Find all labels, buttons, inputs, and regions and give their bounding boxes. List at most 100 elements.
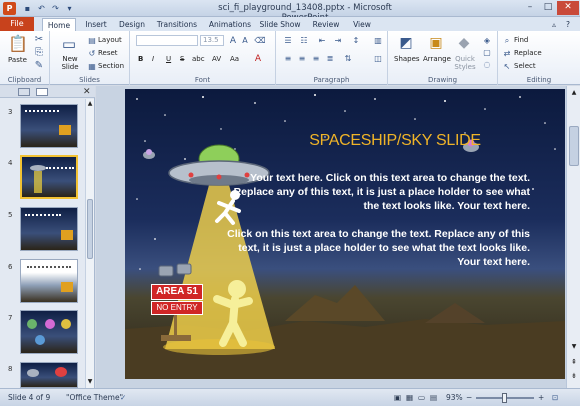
new-slide-button[interactable]: New Slide (56, 55, 84, 71)
redo-icon[interactable]: ↷ (50, 3, 61, 14)
slide-title[interactable]: SPACESHIP/SKY SLIDE (265, 132, 525, 150)
underline-button[interactable]: U (166, 55, 171, 64)
clear-format-icon[interactable]: ⌫ (254, 35, 266, 47)
shadow-button[interactable]: abc (192, 55, 205, 64)
find-button[interactable]: Find (514, 36, 528, 45)
slide-text-paragraph-1[interactable]: Your text here. Click on this text area … (220, 171, 530, 213)
help-icon[interactable]: ? (562, 18, 574, 31)
tab-view[interactable]: View (348, 18, 376, 31)
decrease-indent-icon[interactable]: ⇤ (316, 35, 328, 47)
tab-design[interactable]: Design (116, 18, 148, 31)
zoom-out-button[interactable]: − (466, 392, 472, 403)
slide-canvas[interactable]: SPACESHIP/SKY SLIDE Your text here. Clic… (125, 89, 565, 379)
zoom-level[interactable]: 93% (446, 392, 463, 403)
text-direction-icon[interactable]: ⇅ (342, 53, 354, 65)
grow-font-icon[interactable]: A (228, 35, 238, 47)
maximize-button[interactable]: □ (539, 1, 557, 15)
columns-icon[interactable]: ▥ (372, 35, 384, 47)
slide-thumbnail-8[interactable] (20, 362, 78, 388)
tab-animations[interactable]: Animations (206, 18, 254, 31)
slide-thumbnail-5[interactable] (20, 207, 78, 251)
slide-sorter-icon[interactable]: ▦ (406, 392, 413, 403)
zoom-slider-handle[interactable] (502, 393, 507, 403)
copy-icon[interactable]: ⎘ (34, 47, 44, 59)
shape-outline-icon[interactable]: ▢ (482, 47, 492, 59)
tab-insert[interactable]: Insert (80, 18, 112, 31)
slide-thumbnail-6[interactable] (20, 259, 78, 303)
slide-text-paragraph-2[interactable]: Click on this text area to change the te… (220, 227, 530, 269)
tab-transitions[interactable]: Transitions (154, 18, 200, 31)
justify-icon[interactable]: ≣ (324, 53, 336, 65)
replace-button[interactable]: Replace (514, 49, 542, 58)
slide-thumbnail-3[interactable] (20, 104, 78, 148)
cut-icon[interactable]: ✂ (34, 34, 44, 46)
font-name-field[interactable] (136, 35, 198, 46)
thumbnail-scrollbar[interactable]: ▲ ▼ (85, 99, 94, 388)
change-case-button[interactable]: Aa (230, 55, 239, 64)
shape-effects-icon[interactable]: ◌ (482, 59, 492, 71)
outline-tab-icon[interactable] (36, 88, 48, 96)
numbering-icon[interactable]: ☷ (298, 35, 310, 47)
increase-indent-icon[interactable]: ⇥ (332, 35, 344, 47)
slides-tab-icon[interactable] (18, 88, 30, 96)
spacing-button[interactable]: AV (212, 55, 221, 64)
undo-icon[interactable]: ↶ (36, 3, 47, 14)
shrink-font-icon[interactable]: A (240, 35, 250, 47)
scroll-thumb[interactable] (87, 199, 93, 259)
scroll-up-icon[interactable]: ▲ (569, 88, 579, 98)
slide-thumbnail-4[interactable] (20, 155, 78, 199)
reading-view-icon[interactable]: ▭ (418, 392, 425, 403)
scroll-down-icon[interactable]: ▼ (86, 377, 94, 387)
align-center-icon[interactable]: ≡ (296, 53, 308, 65)
quick-styles-button[interactable]: Quick Styles (450, 55, 480, 71)
previous-slide-icon[interactable]: ⇞ (569, 356, 579, 368)
layout-button[interactable]: Layout (98, 36, 122, 45)
align-left-icon[interactable]: ≡ (282, 53, 294, 65)
close-panel-icon[interactable]: ✕ (83, 86, 91, 98)
tab-slide-show[interactable]: Slide Show (258, 18, 302, 31)
italic-button[interactable]: I (152, 55, 154, 64)
scroll-down-icon[interactable]: ▼ (569, 342, 579, 352)
fit-slide-icon[interactable]: ⊡ (552, 392, 558, 403)
new-slide-icon[interactable]: ▭ (60, 35, 78, 53)
section-button[interactable]: Section (98, 62, 124, 71)
minimize-button[interactable]: – (521, 1, 539, 15)
tab-review[interactable]: Review (310, 18, 342, 31)
slide-vertical-scrollbar[interactable]: ▲ ▼ ⇞ ⇟ (566, 86, 580, 388)
minimize-ribbon-icon[interactable]: ▵ (548, 18, 560, 31)
line-spacing-icon[interactable]: ↕ (350, 35, 362, 47)
strike-button[interactable]: S (180, 55, 184, 64)
save-icon[interactable]: ▪ (22, 3, 33, 14)
format-painter-icon[interactable]: ✎ (34, 60, 44, 72)
bullets-icon[interactable]: ☰ (282, 35, 294, 47)
scroll-up-icon[interactable]: ▲ (86, 99, 94, 109)
shapes-button[interactable]: Shapes (394, 55, 420, 64)
smartart-icon[interactable]: ◫ (372, 53, 384, 65)
customize-icon[interactable]: ▾ (64, 3, 75, 14)
arrange-icon[interactable]: ▣ (426, 34, 446, 52)
next-slide-icon[interactable]: ⇟ (569, 370, 579, 382)
align-right-icon[interactable]: ≡ (310, 53, 322, 65)
slideshow-view-icon[interactable]: ▤ (430, 392, 437, 403)
powerpoint-app-icon[interactable]: P (3, 2, 16, 15)
quick-styles-icon[interactable]: ◆ (454, 34, 474, 52)
normal-view-icon[interactable]: ▣ (394, 392, 401, 403)
shapes-icon[interactable]: ◩ (396, 34, 416, 52)
arrange-button[interactable]: Arrange (423, 55, 451, 64)
theme-name[interactable]: "Office Theme" (66, 392, 123, 403)
bold-button[interactable]: B (138, 55, 143, 64)
slide-thumbnail-7[interactable] (20, 310, 78, 354)
select-button[interactable]: Select (514, 62, 536, 71)
font-color-icon[interactable]: A (252, 53, 264, 65)
spelling-icon[interactable]: ✓ (120, 392, 126, 403)
shape-fill-icon[interactable]: ◈ (482, 35, 492, 47)
tab-home[interactable]: Home (42, 18, 76, 31)
font-size-field[interactable]: 13.5 (200, 35, 224, 46)
tab-file[interactable]: File (0, 17, 34, 31)
reset-button[interactable]: Reset (98, 49, 118, 58)
paste-icon[interactable]: 📋 (8, 35, 28, 53)
paste-button[interactable]: Paste (8, 56, 27, 65)
close-button[interactable]: ✕ (557, 1, 579, 15)
zoom-in-button[interactable]: + (538, 392, 544, 403)
scroll-thumb[interactable] (569, 126, 579, 166)
